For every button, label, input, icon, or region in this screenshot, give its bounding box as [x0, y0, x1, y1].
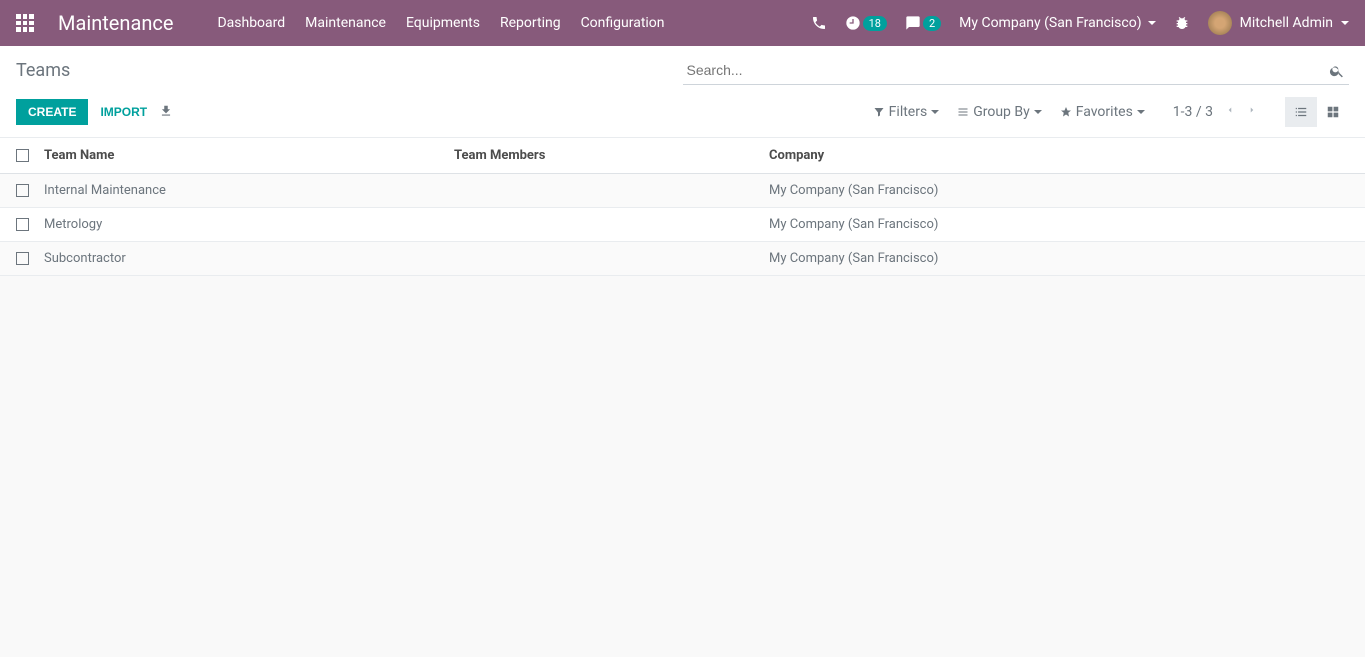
nav-configuration[interactable]: Configuration	[581, 15, 665, 31]
list-view-button[interactable]	[1285, 97, 1317, 127]
table-row[interactable]: Subcontractor My Company (San Francisco)	[0, 242, 1365, 276]
pager-prev[interactable]	[1225, 103, 1235, 121]
caret-down-icon	[1148, 21, 1156, 25]
import-button[interactable]: IMPORT	[100, 105, 147, 119]
list-view: Team Name Team Members Company Internal …	[0, 138, 1365, 276]
pager-next[interactable]	[1247, 103, 1257, 121]
pager-value[interactable]: 1-3 / 3	[1173, 104, 1213, 120]
activities-icon[interactable]: 18	[845, 15, 887, 31]
favorites-menu[interactable]: Favorites	[1060, 104, 1145, 120]
star-icon	[1060, 106, 1072, 118]
search-area	[683, 56, 1350, 85]
groupby-menu[interactable]: Group By	[957, 104, 1042, 120]
nav-dashboard[interactable]: Dashboard	[217, 15, 285, 31]
user-menu[interactable]: Mitchell Admin	[1208, 11, 1349, 35]
caret-down-icon	[931, 110, 939, 114]
funnel-icon	[873, 106, 885, 118]
control-panel: Teams CREATE IMPORT Filters Group By Fav…	[0, 46, 1365, 138]
row-checkbox[interactable]	[16, 252, 29, 265]
cp-left: CREATE IMPORT	[16, 99, 173, 125]
row-checkbox[interactable]	[16, 184, 29, 197]
cell-team-name: Internal Maintenance	[44, 183, 454, 198]
list-header: Team Name Team Members Company	[0, 138, 1365, 174]
cp-bottom: CREATE IMPORT Filters Group By Favorites…	[0, 89, 1365, 137]
table-row[interactable]: Metrology My Company (San Francisco)	[0, 208, 1365, 242]
cell-team-name: Subcontractor	[44, 251, 454, 266]
avatar	[1208, 11, 1232, 35]
cell-company: My Company (San Francisco)	[769, 217, 1349, 232]
search-icon[interactable]	[1329, 63, 1345, 79]
table-row[interactable]: Internal Maintenance My Company (San Fra…	[0, 174, 1365, 208]
download-icon[interactable]	[159, 103, 173, 122]
header-team-members[interactable]: Team Members	[454, 148, 769, 163]
header-team-name[interactable]: Team Name	[44, 148, 454, 163]
navbar-left: Maintenance Dashboard Maintenance Equipm…	[16, 11, 665, 35]
messages-icon[interactable]: 2	[905, 15, 941, 31]
list-icon	[957, 106, 969, 118]
header-company[interactable]: Company	[769, 148, 1349, 163]
nav-menu: Dashboard Maintenance Equipments Reporti…	[217, 15, 664, 31]
cp-top: Teams	[0, 46, 1365, 89]
apps-icon[interactable]	[16, 14, 34, 32]
cell-company: My Company (San Francisco)	[769, 183, 1349, 198]
activities-badge: 18	[863, 16, 887, 31]
pager: 1-3 / 3	[1173, 103, 1257, 121]
row-checkbox[interactable]	[16, 218, 29, 231]
phone-icon[interactable]	[811, 15, 827, 31]
main-navbar: Maintenance Dashboard Maintenance Equipm…	[0, 0, 1365, 46]
cell-team-name: Metrology	[44, 217, 454, 232]
messages-badge: 2	[923, 16, 941, 31]
caret-down-icon	[1137, 110, 1145, 114]
filters-menu[interactable]: Filters	[873, 104, 940, 120]
app-title: Maintenance	[58, 11, 173, 35]
kanban-view-button[interactable]	[1317, 97, 1349, 127]
navbar-right: 18 2 My Company (San Francisco) Mitchell…	[811, 11, 1349, 35]
company-switcher[interactable]: My Company (San Francisco)	[959, 15, 1155, 31]
search-options: Filters Group By Favorites	[873, 104, 1145, 120]
breadcrumb: Teams	[16, 60, 70, 81]
search-input[interactable]	[683, 56, 1350, 85]
select-all-checkbox[interactable]	[16, 149, 29, 162]
nav-equipments[interactable]: Equipments	[406, 15, 480, 31]
cp-right: Filters Group By Favorites 1-3 / 3	[873, 97, 1349, 127]
nav-maintenance[interactable]: Maintenance	[305, 15, 386, 31]
user-name: Mitchell Admin	[1240, 15, 1333, 31]
create-button[interactable]: CREATE	[16, 99, 88, 125]
cell-company: My Company (San Francisco)	[769, 251, 1349, 266]
caret-down-icon	[1034, 110, 1042, 114]
company-name: My Company (San Francisco)	[959, 15, 1141, 31]
nav-reporting[interactable]: Reporting	[500, 15, 561, 31]
caret-down-icon	[1341, 21, 1349, 25]
debug-icon[interactable]	[1174, 15, 1190, 31]
view-switcher	[1285, 97, 1349, 127]
